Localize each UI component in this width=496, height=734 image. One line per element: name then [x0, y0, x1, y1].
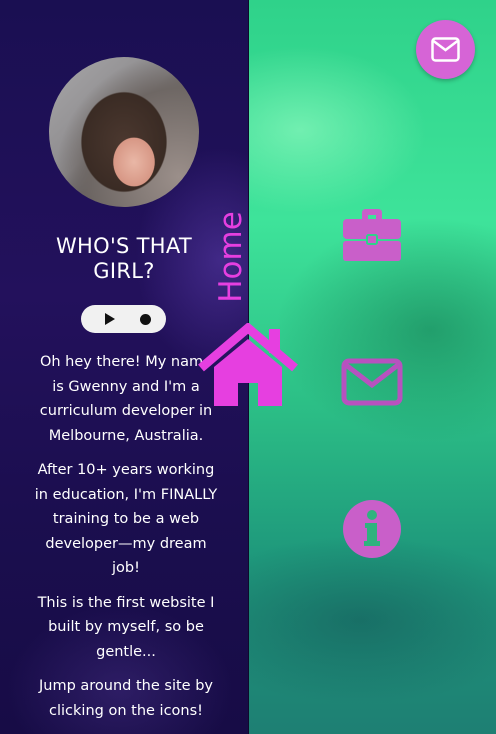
panel-title: WHO'S THAT GIRL?	[55, 234, 193, 283]
envelope-icon[interactable]	[341, 358, 403, 406]
bio-paragraph: This is the first website I built by mys…	[37, 594, 215, 660]
contact-button[interactable]	[416, 20, 475, 79]
bio-paragraph: Jump around the site by clicking on the …	[39, 678, 213, 719]
bio-text: Oh hey there! My name is Gwenny and I'm …	[34, 350, 218, 733]
record-dot-icon	[140, 314, 151, 325]
bio-paragraph: After 10+ years working in education, I'…	[34, 462, 218, 576]
briefcase-icon[interactable]	[341, 207, 403, 262]
home-icon[interactable]	[197, 323, 299, 407]
envelope-icon	[431, 37, 460, 62]
info-icon[interactable]	[343, 500, 401, 558]
bio-paragraph: Oh hey there! My name is Gwenny and I'm …	[39, 354, 213, 444]
avatar	[49, 57, 199, 207]
play-icon[interactable]	[105, 313, 115, 325]
audio-player[interactable]	[81, 305, 166, 333]
home-label[interactable]: Home	[213, 202, 249, 312]
